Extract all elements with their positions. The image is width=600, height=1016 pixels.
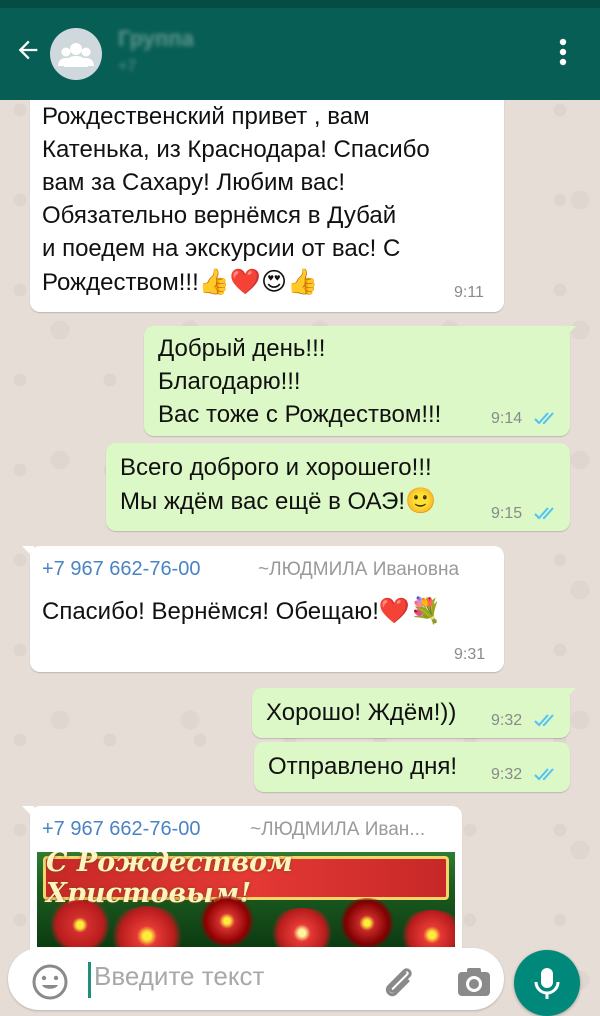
read-ticks-icon (534, 714, 554, 727)
message-text: Хорошо! Ждём!)) (266, 699, 457, 726)
message-text: Добрый день!!! Благодарю!!! Вас тоже с Р… (158, 335, 442, 428)
chat-subtitle[interactable]: +7 (118, 58, 136, 76)
poinsettia-flower (337, 898, 397, 947)
group-avatar-icon (58, 43, 94, 67)
message-bubble-incoming[interactable]: Рождественский привет , вам Катенька, из… (30, 78, 504, 312)
microphone-icon (534, 968, 560, 999)
message-emojis: 🙂 (405, 486, 437, 515)
sender-nickname: ~ЛЮДМИЛА Ивановна (258, 559, 460, 580)
message-emojis: 👍❤️😍👍 (198, 267, 319, 296)
bubble-tail (22, 806, 34, 818)
poinsettia-flower (107, 906, 187, 947)
poinsettia-flower (197, 896, 257, 946)
image-banner-text: С Рождеством Христовым! (46, 852, 293, 909)
poinsettia-flower (397, 910, 455, 947)
voice-record-button[interactable] (514, 950, 580, 1016)
sender-phone[interactable]: +7 967 662-76-00 (42, 818, 200, 841)
poinsettia-flower (267, 908, 337, 947)
text-cursor (88, 962, 91, 998)
bubble-tail (564, 326, 576, 338)
bubble-tail (22, 546, 34, 558)
emoji-smiley-icon[interactable] (30, 962, 70, 1002)
message-text: Рождественский привет , вам Катенька, из… (42, 103, 430, 296)
arrow-left-icon (18, 40, 38, 60)
paperclip-icon[interactable] (378, 962, 418, 1002)
message-text: Всего доброго и хорошего!!! Мы ждём вас … (120, 454, 437, 515)
message-time: 9:15 (491, 505, 523, 522)
back-button[interactable] (10, 32, 46, 68)
composer-bar (0, 948, 600, 1016)
status-bar (0, 0, 600, 8)
message-time: 9:31 (454, 646, 486, 663)
bubble-tail (564, 688, 576, 700)
message-time: 9:14 (491, 410, 523, 427)
message-bubble-outgoing[interactable]: Всего доброго и хорошего!!! Мы ждём вас … (106, 443, 570, 531)
chat-title[interactable]: Группа (118, 26, 518, 52)
sender-phone[interactable]: +7 967 662-76-00 (42, 558, 200, 581)
more-options-button[interactable] (548, 34, 578, 70)
image-banner: С Рождеством Христовым! (43, 852, 449, 909)
message-emojis: ❤️💐 (378, 596, 442, 625)
chat-header: Группа +7 (0, 0, 600, 100)
camera-icon[interactable] (454, 962, 494, 1002)
poinsettia-flower (45, 900, 115, 947)
christmas-card-image[interactable]: С Рождеством Христовым! (37, 852, 455, 947)
message-time: 9:32 (491, 766, 523, 783)
message-time: 9:32 (491, 712, 523, 729)
read-ticks-icon (534, 768, 554, 781)
read-ticks-icon (534, 507, 554, 520)
read-ticks-icon (534, 412, 554, 425)
more-vert-icon (559, 38, 567, 66)
message-text: Спасибо! Вернёмся! Обещаю!❤️💐 (42, 596, 442, 625)
message-input[interactable] (92, 960, 356, 993)
message-text: Отправлено дня! (268, 753, 458, 780)
message-bubble-incoming[interactable]: +7 967 662-76-00 ~ЛЮДМИЛА Ивановна Спаси… (22, 546, 504, 672)
message-bubble-outgoing[interactable]: Добрый день!!! Благодарю!!! Вас тоже с Р… (144, 326, 576, 436)
sender-nickname: ~ЛЮДМИЛА Иван... (250, 819, 426, 840)
message-time: 9:11 (454, 284, 484, 301)
message-bubble-outgoing[interactable]: Хорошо! Ждём!)) 9:32 (252, 688, 576, 738)
message-input-box[interactable] (8, 948, 504, 1010)
group-avatar[interactable] (50, 28, 102, 80)
message-bubble-outgoing[interactable]: Отправлено дня! 9:32 (254, 742, 570, 792)
